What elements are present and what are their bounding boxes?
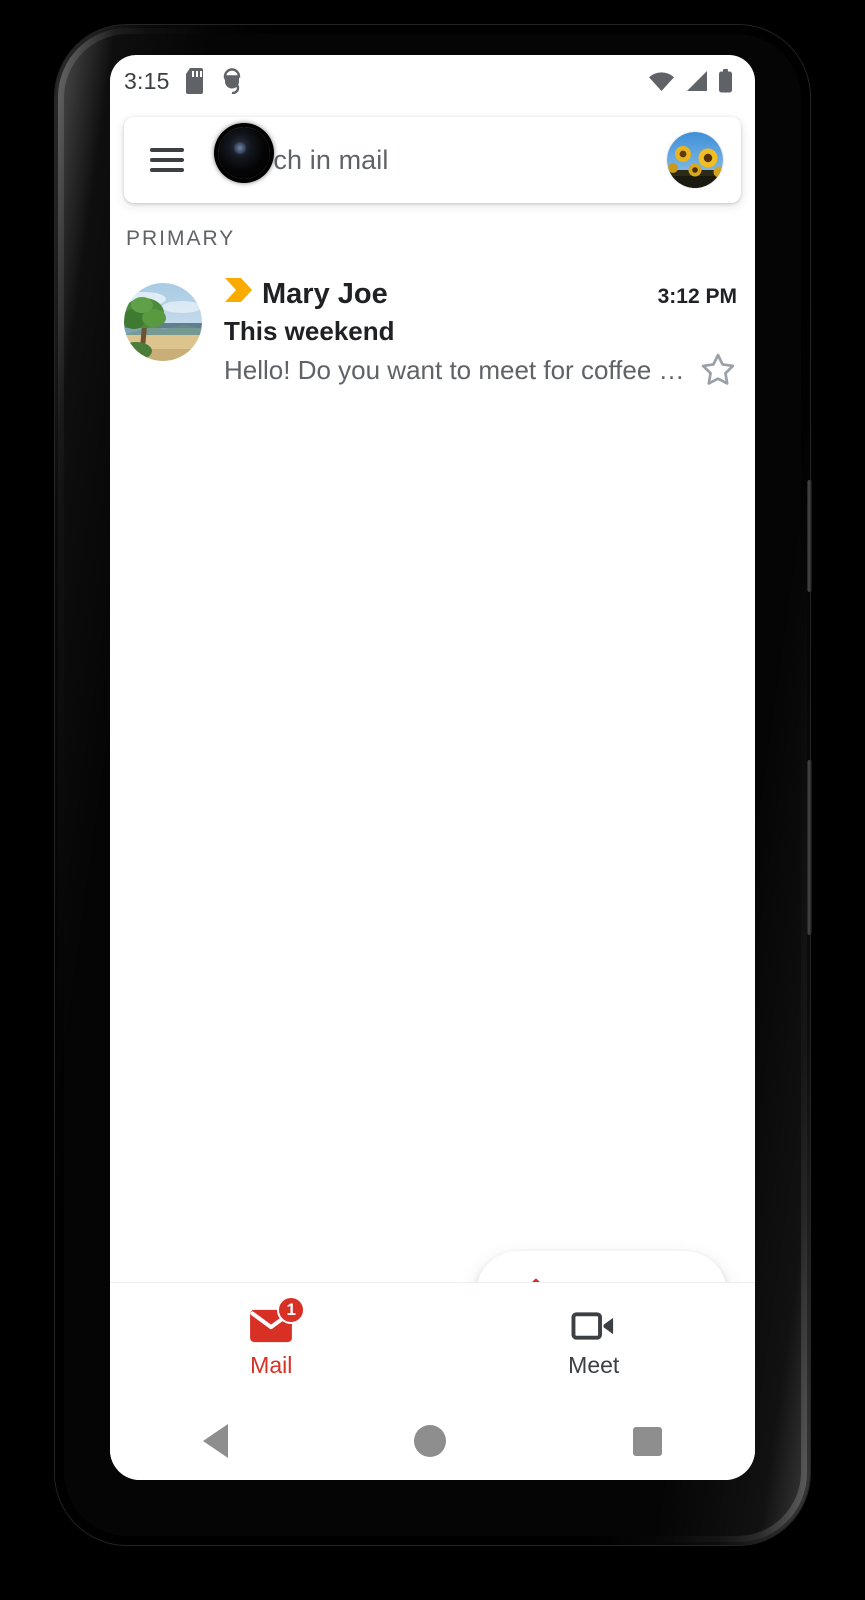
email-subject: This weekend xyxy=(224,316,395,346)
search-input[interactable]: Search in mail xyxy=(216,145,667,176)
search-bar[interactable]: Search in mail xyxy=(124,117,741,203)
status-clock: 3:15 xyxy=(124,67,170,94)
mail-icon-wrapper: 1 xyxy=(248,1295,306,1345)
star-icon[interactable] xyxy=(699,351,737,389)
back-triangle-icon[interactable] xyxy=(203,1424,229,1458)
account-avatar-image xyxy=(667,132,723,188)
sender-avatar-image xyxy=(124,283,202,361)
recents-square-icon[interactable] xyxy=(632,1426,662,1456)
android-debug-icon xyxy=(223,68,240,94)
phone-screen: 3:15 Search in mail PRIMARY Mary Joe 3:1… xyxy=(110,55,755,1480)
video-camera-icon xyxy=(571,1311,613,1340)
section-label-primary: PRIMARY xyxy=(126,227,236,250)
email-timestamp: 3:12 PM xyxy=(657,285,737,308)
email-sender-name: Mary Joe xyxy=(262,278,388,310)
email-snippet: Hello! Do you want to meet for coffee th… xyxy=(224,354,687,385)
nav-label-meet: Meet xyxy=(568,1351,620,1378)
battery-icon xyxy=(719,69,732,93)
email-content: Mary Joe 3:12 PM This weekend Hello! Do … xyxy=(224,277,737,389)
android-navigation-bar xyxy=(110,1402,755,1480)
sender-avatar[interactable] xyxy=(124,283,202,361)
power-button[interactable] xyxy=(807,480,812,592)
important-chevron-icon[interactable] xyxy=(224,277,254,303)
email-snippet-line: Hello! Do you want to meet for coffee th… xyxy=(224,351,737,389)
volume-button[interactable] xyxy=(807,760,812,935)
status-bar-right xyxy=(648,69,733,93)
sd-card-icon xyxy=(185,68,203,94)
status-bar: 3:15 xyxy=(110,55,755,107)
status-bar-left: 3:15 xyxy=(124,68,244,95)
hamburger-menu-icon[interactable] xyxy=(150,148,184,172)
nav-item-meet[interactable]: Meet xyxy=(433,1283,756,1402)
account-avatar[interactable] xyxy=(667,132,723,188)
home-circle-icon[interactable] xyxy=(414,1425,447,1457)
nav-label-mail: Mail xyxy=(250,1351,293,1378)
email-list-item[interactable]: Mary Joe 3:12 PM This weekend Hello! Do … xyxy=(110,267,755,405)
front-camera-punch-hole xyxy=(218,127,270,179)
nav-item-mail[interactable]: 1 Mail xyxy=(110,1283,433,1402)
cell-signal-icon xyxy=(687,71,707,91)
bottom-navigation-bar: 1 Mail Meet xyxy=(110,1282,755,1402)
email-header-line: Mary Joe 3:12 PM xyxy=(224,277,737,311)
meet-icon-wrapper xyxy=(571,1307,617,1345)
mail-unread-badge: 1 xyxy=(277,1295,306,1324)
wifi-icon xyxy=(649,72,674,91)
